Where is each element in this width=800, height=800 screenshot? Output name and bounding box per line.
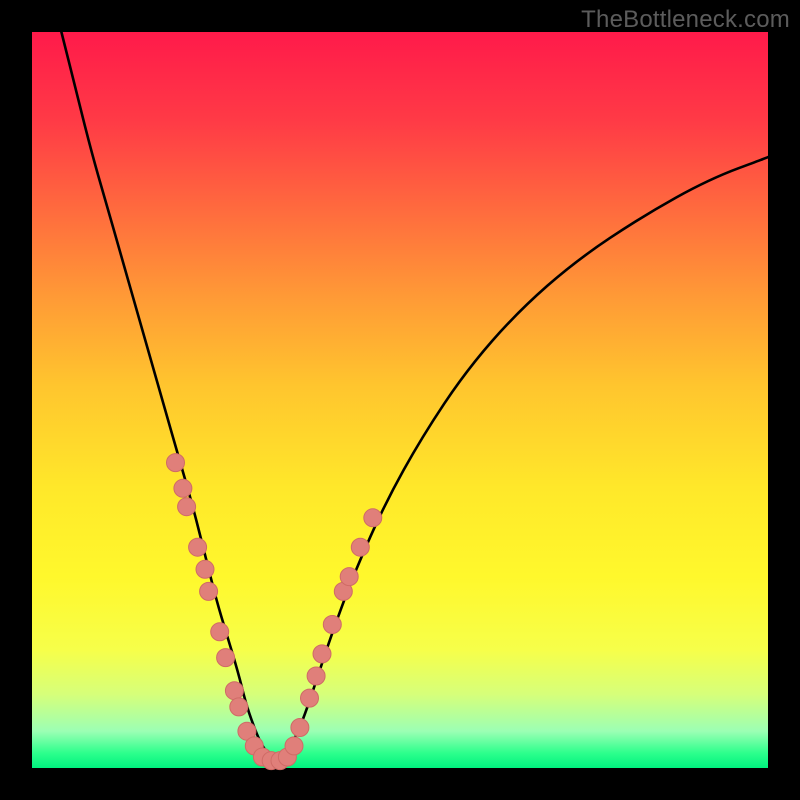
curve-dot xyxy=(196,560,214,578)
curve-dot xyxy=(301,689,319,707)
curve-dot xyxy=(291,719,309,737)
curve-dot xyxy=(174,479,192,497)
bottleneck-curve xyxy=(61,32,768,758)
curve-dot xyxy=(340,568,358,586)
curve-dot xyxy=(307,667,325,685)
curve-dots xyxy=(167,454,382,770)
curve-dot xyxy=(364,509,382,527)
curve-dot xyxy=(323,616,341,634)
curve-dot xyxy=(351,538,369,556)
watermark-text: TheBottleneck.com xyxy=(581,6,790,34)
curve-dot xyxy=(167,454,185,472)
curve-dot xyxy=(200,582,218,600)
curve-dot xyxy=(313,645,331,663)
chart-plot-area xyxy=(32,32,768,768)
chart-svg xyxy=(32,32,768,768)
curve-dot xyxy=(178,498,196,516)
curve-dot xyxy=(225,682,243,700)
curve-dot xyxy=(217,649,235,667)
curve-dot xyxy=(189,538,207,556)
curve-dot xyxy=(230,698,248,716)
chart-frame: TheBottleneck.com xyxy=(0,0,800,800)
curve-dot xyxy=(285,737,303,755)
curve-dot xyxy=(211,623,229,641)
